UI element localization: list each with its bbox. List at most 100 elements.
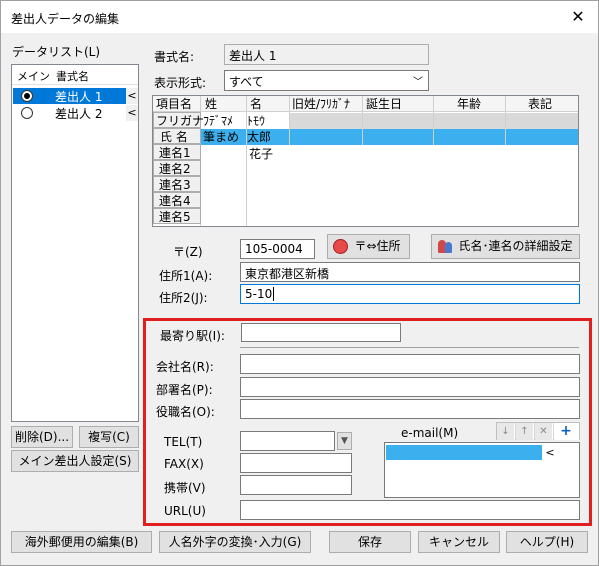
grid-header-birthday: 誕生日 bbox=[366, 97, 403, 111]
fax-label: FAX(X) bbox=[164, 457, 204, 471]
main-radio[interactable] bbox=[21, 90, 33, 102]
row-label-box: 連名3 bbox=[153, 176, 201, 192]
grid-header-item: 項目名 bbox=[156, 97, 193, 111]
zip-mascot-icon bbox=[333, 239, 348, 254]
detail-settings-label: 氏名･連名の詳細設定 bbox=[458, 239, 573, 253]
copy-button[interactable]: 複写(C) bbox=[79, 426, 139, 448]
address2-value: 5-10 bbox=[245, 287, 273, 301]
company-label: 会社名(R): bbox=[156, 360, 214, 374]
department-field[interactable] bbox=[240, 377, 580, 397]
furigana-disabled-cells bbox=[290, 113, 578, 129]
chevron-left-icon[interactable]: < bbox=[543, 445, 557, 460]
row-label-name: 氏 名 bbox=[160, 130, 188, 144]
tel-field[interactable] bbox=[240, 431, 335, 451]
job-title-field[interactable] bbox=[240, 399, 580, 419]
dialog-title: 差出人データの編集 bbox=[11, 12, 120, 26]
mobile-field[interactable] bbox=[240, 475, 352, 495]
row-label-renmei3: 連名3 bbox=[159, 178, 191, 192]
chevron-left-icon[interactable]: < bbox=[126, 105, 138, 121]
grid-header-age: 年齢 bbox=[457, 97, 482, 111]
email-list-selected-row[interactable] bbox=[386, 445, 542, 460]
email-list[interactable]: < bbox=[384, 442, 580, 498]
funnel-icon[interactable]: ▼ bbox=[337, 432, 352, 450]
zip-field[interactable]: 105-0004 bbox=[240, 239, 315, 259]
row-label-renmei4: 連名4 bbox=[159, 194, 191, 208]
international-mail-edit-button[interactable]: 海外郵便用の編集(B) bbox=[11, 531, 152, 553]
gaiji-convert-button[interactable]: 人名外字の変換･入力(G) bbox=[159, 531, 311, 553]
col-main-header: メイン bbox=[17, 70, 50, 83]
url-label: URL(U) bbox=[164, 504, 206, 518]
row-label-furigana: フリガナ bbox=[156, 114, 205, 128]
name-grid[interactable]: 項目名 姓 名 旧姓/ﾌﾘｶﾞﾅ 誕生日 年齢 表記 ﾌﾃﾞﾏﾒ ﾄﾓｳ 筆まめ… bbox=[152, 95, 579, 227]
row-label-box: 連名2 bbox=[153, 160, 201, 176]
chevron-left-icon[interactable]: < bbox=[126, 88, 138, 104]
row-label-box: 氏 名 bbox=[153, 128, 201, 144]
renmei1-mei-cell[interactable]: 花子 bbox=[249, 146, 273, 162]
row-label-box: 連名4 bbox=[153, 192, 201, 208]
sender-list[interactable]: メイン 書式名 差出人 1 < 差出人 2 < bbox=[11, 64, 139, 422]
list-item[interactable]: 差出人 1 bbox=[13, 88, 126, 104]
station-label: 最寄り駅(I): bbox=[160, 329, 225, 343]
set-main-sender-button[interactable]: メイン差出人設定(S) bbox=[11, 450, 139, 472]
furigana-mei-cell[interactable]: ﾄﾓｳ bbox=[247, 113, 265, 129]
row-label-box: フリガナ bbox=[153, 112, 205, 128]
display-format-select[interactable]: すべて ﹀ bbox=[224, 70, 429, 91]
grid-header-mei: 名 bbox=[250, 97, 263, 111]
station-field[interactable] bbox=[241, 323, 401, 342]
company-field[interactable] bbox=[240, 354, 580, 374]
main-radio[interactable] bbox=[21, 107, 33, 119]
person-icon bbox=[445, 242, 452, 253]
grid-header-sei: 姓 bbox=[205, 97, 218, 111]
delete-button[interactable]: 削除(D)... bbox=[11, 426, 73, 448]
zip-label: 〒(Z) bbox=[173, 245, 203, 259]
arrow-up-icon[interactable]: ↑ bbox=[516, 423, 534, 440]
zip-convert-label: 〒⇔住所 bbox=[354, 239, 401, 253]
email-label: e-mail(M) bbox=[401, 426, 459, 440]
title-bar: 差出人データの編集 ✕ bbox=[1, 1, 598, 33]
save-button[interactable]: 保存 bbox=[329, 531, 411, 553]
row-label-box: 連名1 bbox=[153, 144, 201, 160]
row-label-renmei2: 連名2 bbox=[159, 162, 191, 176]
list-header: メイン 書式名 bbox=[12, 65, 138, 85]
close-icon[interactable]: ✕ bbox=[566, 6, 590, 28]
email-toolbar: ↓ ↑ ✕ + bbox=[496, 422, 580, 440]
arrow-down-icon[interactable]: ↓ bbox=[497, 423, 515, 440]
address1-field[interactable]: 東京都港区新橋 bbox=[240, 262, 580, 282]
list-item-label: 差出人 1 bbox=[55, 90, 103, 104]
chevron-down-icon: ﹀ bbox=[413, 77, 423, 88]
grid-row-name-selected[interactable]: 筆まめ 太郎 bbox=[201, 129, 578, 145]
furigana-sei-cell[interactable]: ﾌﾃﾞﾏﾒ bbox=[203, 113, 233, 129]
divider bbox=[240, 347, 579, 348]
name-mei-cell[interactable]: 太郎 bbox=[247, 129, 271, 145]
row-label-renmei1: 連名1 bbox=[159, 146, 191, 160]
col-name-header: 書式名 bbox=[56, 70, 89, 83]
department-label: 部署名(P): bbox=[156, 383, 213, 397]
display-format-value: すべて bbox=[229, 75, 264, 89]
text-cursor bbox=[273, 287, 275, 301]
tel-label: TEL(T) bbox=[164, 435, 203, 449]
grid-header-notation: 表記 bbox=[528, 97, 553, 111]
name-detail-settings-button[interactable]: 氏名･連名の詳細設定 bbox=[431, 234, 580, 259]
url-field[interactable] bbox=[240, 500, 580, 520]
address2-field[interactable]: 5-10 bbox=[240, 284, 580, 304]
mobile-label: 携帯(V) bbox=[164, 481, 206, 495]
row-label-renmei5: 連名5 bbox=[159, 210, 191, 224]
cancel-button[interactable]: キャンセル bbox=[418, 531, 500, 553]
zip-address-convert-button[interactable]: 〒⇔住所 bbox=[327, 234, 410, 259]
name-sei-cell[interactable]: 筆まめ bbox=[203, 129, 239, 145]
help-button[interactable]: ヘルプ(H) bbox=[506, 531, 588, 553]
format-name-label: 書式名: bbox=[154, 50, 195, 64]
grid-header-furigana: 旧姓/ﾌﾘｶﾞﾅ bbox=[292, 97, 351, 111]
list-item-label: 差出人 2 bbox=[55, 107, 103, 121]
delete-icon[interactable]: ✕ bbox=[535, 423, 553, 440]
display-format-label: 表示形式: bbox=[154, 76, 207, 90]
format-name-field[interactable]: 差出人 1 bbox=[224, 44, 429, 65]
edit-sender-dialog: 差出人データの編集 ✕ データリスト(L) メイン 書式名 差出人 1 < 差出… bbox=[0, 0, 599, 566]
fax-field[interactable] bbox=[240, 453, 352, 473]
grid-row-furigana: ﾌﾃﾞﾏﾒ ﾄﾓｳ bbox=[201, 113, 578, 129]
list-item[interactable]: 差出人 2 bbox=[13, 105, 126, 121]
add-icon[interactable]: + bbox=[554, 423, 579, 440]
address1-label: 住所1(A): bbox=[159, 269, 213, 283]
row-label-box: 連名5 bbox=[153, 208, 201, 224]
address2-label: 住所2(J): bbox=[159, 291, 208, 305]
